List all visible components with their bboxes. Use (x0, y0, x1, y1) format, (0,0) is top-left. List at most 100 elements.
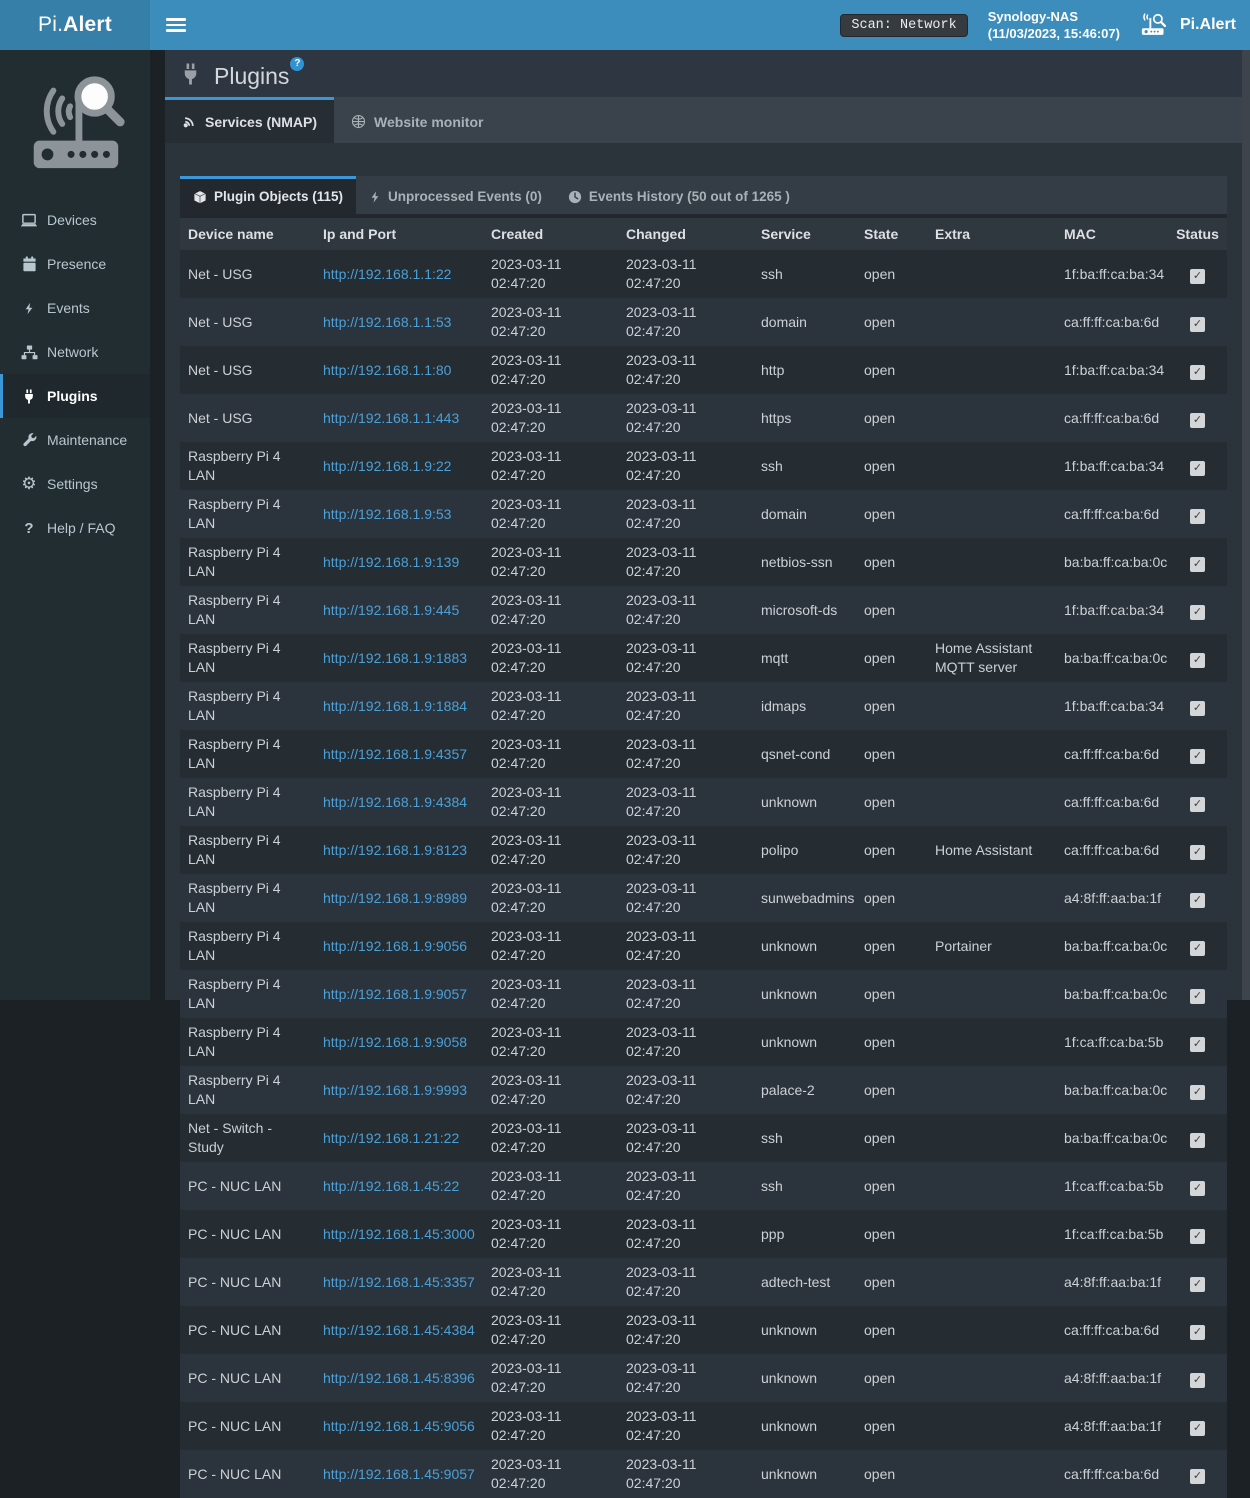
ip-port-link[interactable]: http://192.168.1.9:1883 (323, 650, 467, 666)
status-checkbox[interactable]: ✓ (1190, 1133, 1205, 1148)
status-checkbox[interactable]: ✓ (1190, 1373, 1205, 1388)
status-checkbox[interactable]: ✓ (1190, 317, 1205, 332)
table-row[interactable]: Raspberry Pi 4 LAN http://192.168.1.9:22… (180, 442, 1227, 490)
tab-plugin-objects[interactable]: Plugin Objects (115) (180, 176, 356, 214)
tab-website-monitor[interactable]: Website monitor (334, 97, 500, 143)
table-row[interactable]: Net - USG http://192.168.1.1:22 2023-03-… (180, 250, 1227, 298)
sidebar-item-network[interactable]: Network (0, 330, 150, 374)
ip-port-link[interactable]: http://192.168.1.9:22 (323, 458, 451, 474)
status-checkbox[interactable]: ✓ (1190, 605, 1205, 620)
status-checkbox[interactable]: ✓ (1190, 749, 1205, 764)
table-row[interactable]: PC - NUC LAN http://192.168.1.45:4384 20… (180, 1306, 1227, 1354)
ip-port-link[interactable]: http://192.168.1.9:445 (323, 602, 459, 618)
table-row[interactable]: Raspberry Pi 4 LAN http://192.168.1.9:90… (180, 1018, 1227, 1066)
tab-unprocessed-events[interactable]: Unprocessed Events (0) (356, 176, 555, 214)
tab-events-history[interactable]: Events History (50 out of 1265 ) (555, 176, 803, 214)
column-header-state[interactable]: State (856, 218, 927, 250)
sidebar-item-help-faq[interactable]: ? Help / FAQ (0, 506, 150, 550)
table-row[interactable]: PC - NUC LAN http://192.168.1.45:3357 20… (180, 1258, 1227, 1306)
ip-port-link[interactable]: http://192.168.1.1:22 (323, 266, 451, 282)
status-checkbox[interactable]: ✓ (1190, 557, 1205, 572)
table-row[interactable]: Net - USG http://192.168.1.1:443 2023-03… (180, 394, 1227, 442)
app-logo[interactable]: Pi.Alert (0, 0, 150, 50)
sidebar-item-devices[interactable]: Devices (0, 198, 150, 242)
status-checkbox[interactable]: ✓ (1190, 461, 1205, 476)
table-row[interactable]: Raspberry Pi 4 LAN http://192.168.1.9:43… (180, 730, 1227, 778)
sidebar-item-events[interactable]: Events (0, 286, 150, 330)
table-row[interactable]: PC - NUC LAN http://192.168.1.45:3000 20… (180, 1210, 1227, 1258)
status-checkbox[interactable]: ✓ (1190, 1229, 1205, 1244)
status-checkbox[interactable]: ✓ (1190, 1421, 1205, 1436)
sidebar-item-presence[interactable]: Presence (0, 242, 150, 286)
column-header-created[interactable]: Created (483, 218, 618, 250)
column-header-mac[interactable]: MAC (1056, 218, 1168, 250)
ip-port-link[interactable]: http://192.168.1.45:8396 (323, 1370, 475, 1386)
ip-port-link[interactable]: http://192.168.1.45:22 (323, 1178, 459, 1194)
ip-port-link[interactable]: http://192.168.1.9:4384 (323, 794, 467, 810)
ip-port-link[interactable]: http://192.168.1.9:8123 (323, 842, 467, 858)
status-checkbox[interactable]: ✓ (1190, 413, 1205, 428)
column-header-device-name[interactable]: Device name (180, 218, 315, 250)
table-row[interactable]: Raspberry Pi 4 LAN http://192.168.1.9:43… (180, 778, 1227, 826)
table-row[interactable]: PC - NUC LAN http://192.168.1.45:22 2023… (180, 1162, 1227, 1210)
sidebar-item-plugins[interactable]: Plugins (0, 374, 150, 418)
status-checkbox[interactable]: ✓ (1190, 845, 1205, 860)
ip-port-link[interactable]: http://192.168.1.45:4384 (323, 1322, 475, 1338)
sidebar-toggle-icon[interactable] (166, 18, 186, 32)
ip-port-link[interactable]: http://192.168.1.9:4357 (323, 746, 467, 762)
ip-port-link[interactable]: http://192.168.1.9:9056 (323, 938, 467, 954)
table-row[interactable]: Raspberry Pi 4 LAN http://192.168.1.9:90… (180, 970, 1227, 1018)
status-checkbox[interactable]: ✓ (1190, 1469, 1205, 1484)
status-checkbox[interactable]: ✓ (1190, 989, 1205, 1004)
ip-port-link[interactable]: http://192.168.1.1:53 (323, 314, 451, 330)
column-header-status[interactable]: Status (1168, 218, 1227, 250)
table-row[interactable]: Raspberry Pi 4 LAN http://192.168.1.9:99… (180, 1066, 1227, 1114)
table-row[interactable]: PC - NUC LAN http://192.168.1.45:9057 20… (180, 1450, 1227, 1498)
table-row[interactable]: PC - NUC LAN http://192.168.1.45:8396 20… (180, 1354, 1227, 1402)
ip-port-link[interactable]: http://192.168.1.1:443 (323, 410, 459, 426)
table-row[interactable]: Raspberry Pi 4 LAN http://192.168.1.9:89… (180, 874, 1227, 922)
status-checkbox[interactable]: ✓ (1190, 365, 1205, 380)
ip-port-link[interactable]: http://192.168.1.45:9057 (323, 1466, 475, 1482)
status-checkbox[interactable]: ✓ (1190, 1325, 1205, 1340)
tab-services-nmap[interactable]: Services (NMAP) (165, 97, 334, 143)
status-checkbox[interactable]: ✓ (1190, 893, 1205, 908)
ip-port-link[interactable]: http://192.168.1.9:9057 (323, 986, 467, 1002)
table-row[interactable]: Raspberry Pi 4 LAN http://192.168.1.9:44… (180, 586, 1227, 634)
column-header-ip-and-port[interactable]: Ip and Port (315, 218, 483, 250)
ip-port-link[interactable]: http://192.168.1.45:3357 (323, 1274, 475, 1290)
table-row[interactable]: Raspberry Pi 4 LAN http://192.168.1.9:13… (180, 538, 1227, 586)
column-header-service[interactable]: Service (753, 218, 856, 250)
status-checkbox[interactable]: ✓ (1190, 1085, 1205, 1100)
ip-port-link[interactable]: http://192.168.1.21:22 (323, 1130, 459, 1146)
sidebar-item-settings[interactable]: ⚙ Settings (0, 462, 150, 506)
ip-port-link[interactable]: http://192.168.1.9:9058 (323, 1034, 467, 1050)
table-row[interactable]: Raspberry Pi 4 LAN http://192.168.1.9:53… (180, 490, 1227, 538)
status-checkbox[interactable]: ✓ (1190, 1037, 1205, 1052)
vertical-scrollbar[interactable] (1242, 50, 1250, 1000)
ip-port-link[interactable]: http://192.168.1.9:53 (323, 506, 451, 522)
ip-port-link[interactable]: http://192.168.1.45:9056 (323, 1418, 475, 1434)
table-row[interactable]: Raspberry Pi 4 LAN http://192.168.1.9:18… (180, 682, 1227, 730)
table-row[interactable]: Raspberry Pi 4 LAN http://192.168.1.9:81… (180, 826, 1227, 874)
table-row[interactable]: PC - NUC LAN http://192.168.1.45:9056 20… (180, 1402, 1227, 1450)
status-checkbox[interactable]: ✓ (1190, 653, 1205, 668)
table-row[interactable]: Net - Switch - Study http://192.168.1.21… (180, 1114, 1227, 1162)
status-checkbox[interactable]: ✓ (1190, 269, 1205, 284)
column-header-changed[interactable]: Changed (618, 218, 753, 250)
table-row[interactable]: Net - USG http://192.168.1.1:53 2023-03-… (180, 298, 1227, 346)
status-checkbox[interactable]: ✓ (1190, 701, 1205, 716)
table-row[interactable]: Raspberry Pi 4 LAN http://192.168.1.9:18… (180, 634, 1227, 682)
status-checkbox[interactable]: ✓ (1190, 1277, 1205, 1292)
ip-port-link[interactable]: http://192.168.1.9:9993 (323, 1082, 467, 1098)
table-row[interactable]: Raspberry Pi 4 LAN http://192.168.1.9:90… (180, 922, 1227, 970)
ip-port-link[interactable]: http://192.168.1.45:3000 (323, 1226, 475, 1242)
status-checkbox[interactable]: ✓ (1190, 509, 1205, 524)
help-badge[interactable]: ? (290, 57, 304, 71)
status-checkbox[interactable]: ✓ (1190, 941, 1205, 956)
status-checkbox[interactable]: ✓ (1190, 797, 1205, 812)
ip-port-link[interactable]: http://192.168.1.1:80 (323, 362, 451, 378)
column-header-extra[interactable]: Extra (927, 218, 1056, 250)
ip-port-link[interactable]: http://192.168.1.9:8989 (323, 890, 467, 906)
ip-port-link[interactable]: http://192.168.1.9:139 (323, 554, 459, 570)
